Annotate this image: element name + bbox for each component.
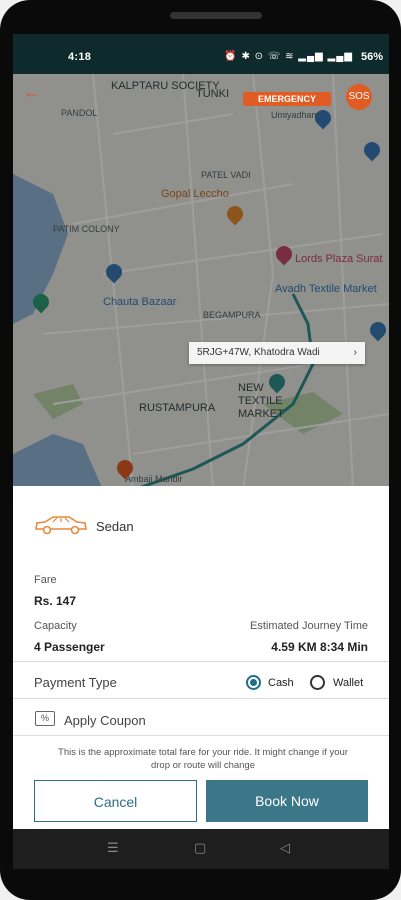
fare-value: Rs. 147 [34,594,77,608]
journey-value: 4.59 KM 8:34 Min [271,640,368,654]
fare-label: Fare [34,574,57,586]
cancel-button[interactable]: Cancel [34,780,197,822]
sos-button[interactable]: SOS [346,84,372,110]
home-icon[interactable]: ▢ [194,840,206,856]
cash-radio[interactable] [246,675,261,690]
divider [13,661,389,662]
sedan-car-icon [35,516,87,535]
screen: 4:18 ⏰ ✱ ⊙ ☏ ≋ ▂▄▆ ▂▄▆ 56% KALPTARU SOCI… [13,34,389,869]
wallet-radio[interactable] [310,675,325,690]
capacity-label: Capacity [34,620,77,632]
divider [13,698,389,699]
status-icons: ⏰ ✱ ⊙ ☏ ≋ ▂▄▆ ▂▄▆ [224,51,353,62]
map-view[interactable]: KALPTARU SOCIETY TUNKI Umiyadham PANDOL … [13,74,389,490]
map-dim-overlay [13,74,389,490]
ride-details-sheet: Sedan Fare Rs. 147 Capacity 4 Passenger … [13,486,389,829]
divider [13,735,389,736]
back-arrow-icon[interactable]: ← [23,82,41,103]
status-bar: 4:18 ⏰ ✱ ⊙ ☏ ≋ ▂▄▆ ▂▄▆ 56% [13,34,389,74]
system-nav-bar: ☰ ▢ ◁ [13,829,389,869]
payment-type-label: Payment Type [34,675,117,690]
vehicle-type: Sedan [96,519,134,534]
fare-disclaimer: This is the approximate total fare for y… [58,747,348,771]
speaker [170,12,262,19]
status-time: 4:18 [68,51,92,63]
phone-frame: 4:18 ⏰ ✱ ⊙ ☏ ≋ ▂▄▆ ▂▄▆ 56% KALPTARU SOCI… [0,0,401,900]
coupon-icon[interactable]: % [35,711,55,726]
address-text: 5RJG+47W, Khatodra Wadi [197,347,320,358]
back-icon[interactable]: ◁ [280,840,290,856]
wallet-label[interactable]: Wallet [333,677,363,689]
journey-label: Estimated Journey Time [250,620,368,632]
address-chip[interactable]: 5RJG+47W, Khatodra Wadi › [189,342,365,364]
capacity-value: 4 Passenger [34,640,105,654]
battery-level: 56% [360,51,383,63]
emergency-button[interactable]: EMERGENCY [243,92,331,106]
menu-icon[interactable]: ☰ [107,840,119,856]
chevron-right-icon: › [353,347,357,358]
apply-coupon-button[interactable]: Apply Coupon [64,713,146,728]
book-now-button[interactable]: Book Now [206,780,368,822]
cash-label[interactable]: Cash [268,677,294,689]
